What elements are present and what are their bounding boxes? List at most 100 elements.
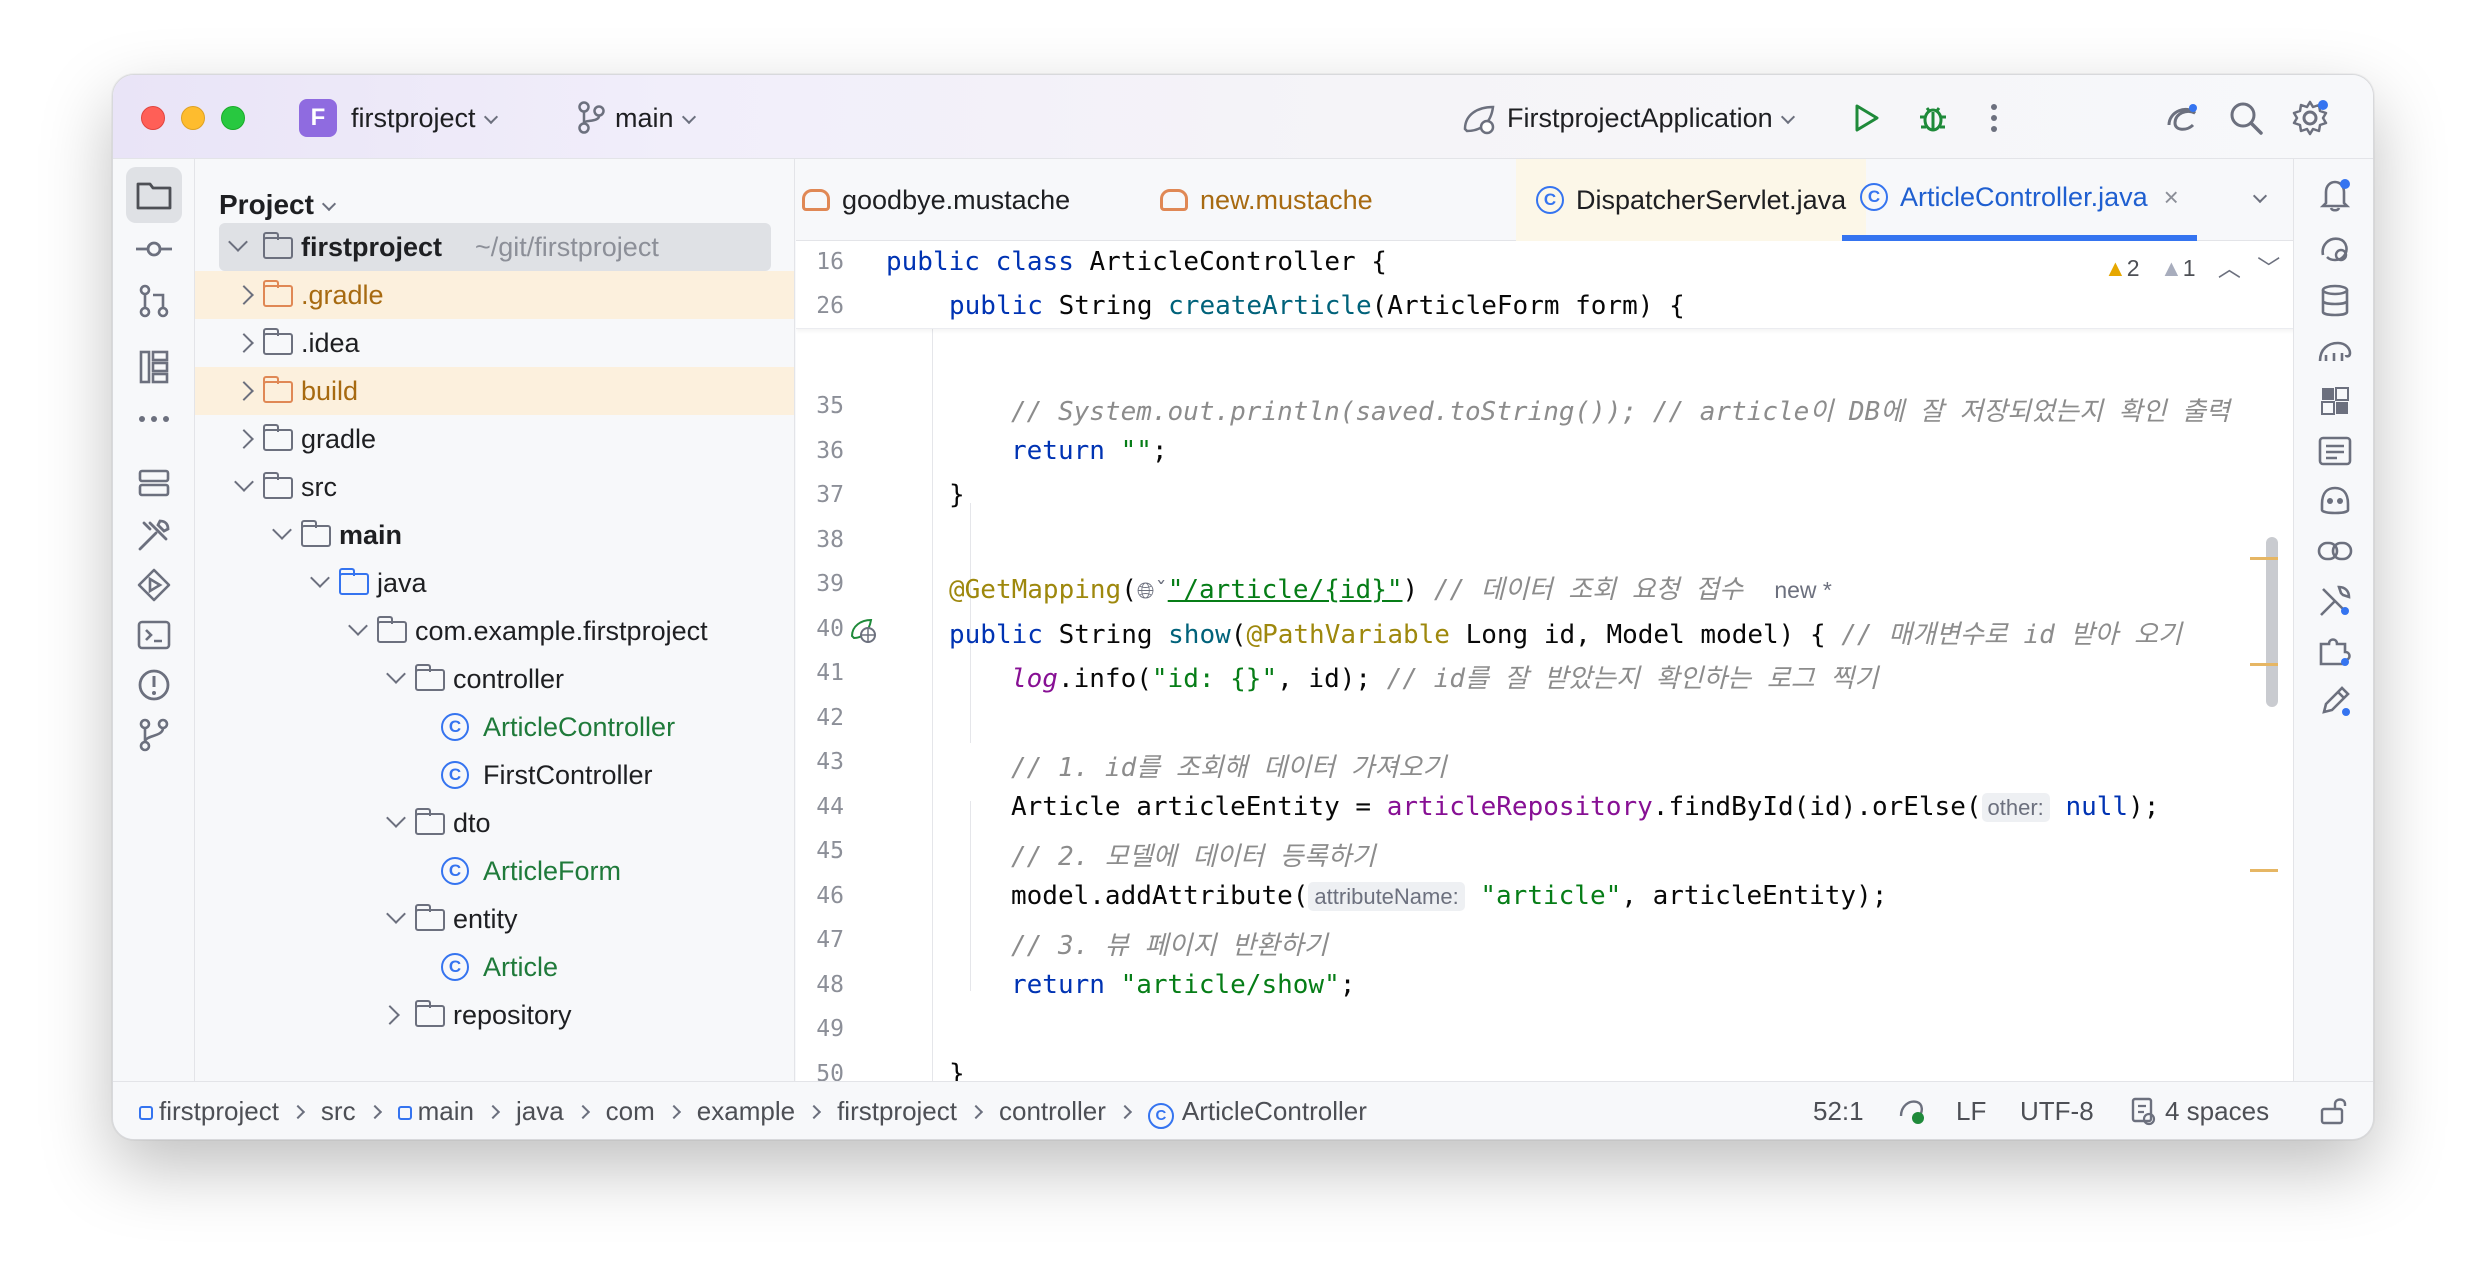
- tree-row-article[interactable]: C Article: [195, 943, 794, 991]
- notifications-tool-button[interactable]: [2307, 167, 2363, 223]
- breadcrumb-item[interactable]: example: [697, 1096, 795, 1126]
- module-folder-icon: [263, 232, 293, 259]
- problems-tool-button[interactable]: [126, 657, 182, 713]
- edit-tool-button[interactable]: [2307, 673, 2363, 729]
- tree-row-build[interactable]: build: [195, 367, 794, 415]
- tab-new-mustache[interactable]: new.mustache: [1160, 159, 1373, 241]
- tree-row-gradle-hidden[interactable]: .gradle: [195, 271, 794, 319]
- breadcrumb-item[interactable]: src: [321, 1096, 356, 1126]
- build-tool-button[interactable]: [126, 507, 182, 563]
- tab-list-chevron-icon[interactable]: [2242, 183, 2278, 219]
- tree-row-articleform[interactable]: C ArticleForm: [195, 847, 794, 895]
- tree-row-gradle[interactable]: gradle: [195, 415, 794, 463]
- prev-highlight-icon[interactable]: ︿: [2218, 255, 2241, 281]
- tab-dispatcherservlet[interactable]: C DispatcherServlet.java: [1516, 159, 1867, 241]
- tree-row-package-root[interactable]: com.example.firstproject: [195, 607, 794, 655]
- line-separator[interactable]: LF: [1956, 1096, 1986, 1127]
- run-config-selector[interactable]: FirstprojectApplication: [1507, 103, 1795, 134]
- commit-icon: [136, 241, 172, 257]
- project-switcher[interactable]: firstproject: [351, 103, 498, 134]
- breadcrumb-item[interactable]: java: [516, 1096, 564, 1126]
- web-globe-icon[interactable]: 🌐︎ˇ: [1137, 579, 1168, 604]
- run-icon[interactable]: [1847, 99, 1885, 137]
- plugin-tool-button[interactable]: [2307, 623, 2363, 679]
- debug-icon[interactable]: [1913, 97, 1953, 137]
- minimize-window-button[interactable]: [181, 106, 205, 130]
- tree-row-entity[interactable]: entity: [195, 895, 794, 943]
- zoom-window-button[interactable]: [221, 106, 245, 130]
- line-number: 47: [816, 927, 844, 953]
- code-editor[interactable]: 35 // System.out.println(saved.toString(…: [796, 241, 2295, 1083]
- endpoints-tool-button[interactable]: [2307, 373, 2363, 429]
- tree-row-firstcontroller[interactable]: C FirstController: [195, 751, 794, 799]
- sticky-line-16[interactable]: public class ArticleController {: [886, 247, 1387, 277]
- line-number: 16: [816, 249, 844, 275]
- breadcrumb-item[interactable]: com: [606, 1096, 655, 1126]
- scrollbar-thumb[interactable]: [2266, 537, 2278, 707]
- next-highlight-icon[interactable]: ﹀: [2257, 255, 2280, 281]
- file-encoding[interactable]: UTF-8: [2020, 1096, 2094, 1127]
- error-stripe-marker[interactable]: [2250, 869, 2278, 872]
- tree-label: .gradle: [301, 279, 384, 310]
- tree-row-root[interactable]: firstproject ~/git/firstproject: [219, 223, 771, 271]
- tree-label: src: [301, 471, 337, 502]
- tree-label: Article: [483, 951, 559, 982]
- indent-guide: [932, 329, 933, 1083]
- plugin-icon: [2319, 638, 2351, 666]
- gradle-tool-button[interactable]: [2307, 323, 2363, 379]
- tree-row-main[interactable]: main: [195, 511, 794, 559]
- close-tab-icon[interactable]: ×: [2164, 182, 2179, 213]
- project-tool-button[interactable]: [126, 167, 182, 223]
- code-line-43: // 1. id를 조회해 데이터 가져오기: [1011, 753, 1447, 783]
- breadcrumb-item[interactable]: firstproject: [159, 1096, 279, 1126]
- endpoint-gutter-icon[interactable]: [848, 615, 878, 645]
- error-stripe-marker[interactable]: [2250, 557, 2278, 560]
- settings-gear-icon[interactable]: [2289, 97, 2331, 139]
- new-usages-hint[interactable]: new *: [1774, 577, 1832, 603]
- run-tool-button[interactable]: [126, 557, 182, 613]
- tab-articlecontroller[interactable]: C ArticleController.java ×: [1842, 159, 2197, 241]
- more-tools-button[interactable]: [126, 391, 182, 447]
- structure-tool-button[interactable]: [126, 339, 182, 395]
- ai-chat-tool-button[interactable]: [2307, 221, 2363, 277]
- breadcrumb-item[interactable]: firstproject: [837, 1096, 957, 1126]
- tree-row-idea[interactable]: .idea: [195, 319, 794, 367]
- tools-tool-button[interactable]: [2307, 573, 2363, 629]
- git-tool-button[interactable]: [126, 707, 182, 763]
- project-panel-header[interactable]: Project: [219, 189, 337, 221]
- error-stripe-marker[interactable]: [2250, 663, 2278, 666]
- breadcrumb-item[interactable]: main: [418, 1096, 474, 1126]
- services-tool-button[interactable]: [126, 455, 182, 511]
- tree-row-articlecontroller[interactable]: C ArticleController: [195, 703, 794, 751]
- unlock-icon[interactable]: [2317, 1094, 2349, 1128]
- breadcrumb-item[interactable]: controller: [999, 1096, 1106, 1126]
- commit-tool-button[interactable]: [126, 221, 182, 277]
- branch-name: main: [615, 103, 674, 133]
- link-tool-button[interactable]: [2307, 523, 2363, 579]
- inspection-widget[interactable]: ▲2 ▲1 ︿ ﹀: [2104, 249, 2280, 283]
- tree-row-java[interactable]: java: [195, 559, 794, 607]
- tab-goodbye-mustache[interactable]: goodbye.mustache: [802, 159, 1070, 241]
- branch-switcher[interactable]: main: [615, 103, 696, 134]
- breadcrumb-item[interactable]: ArticleController: [1182, 1096, 1367, 1126]
- chevron-right-icon: [234, 285, 254, 305]
- ai-assistant-icon[interactable]: [2161, 97, 2203, 139]
- terminal-tool-button[interactable]: [126, 607, 182, 663]
- code-line-36: return "";: [1011, 436, 1168, 466]
- indent-setting[interactable]: 4 spaces: [2165, 1096, 2269, 1127]
- copilot-tool-button[interactable]: [2307, 473, 2363, 529]
- close-window-button[interactable]: [141, 106, 165, 130]
- pull-requests-tool-button[interactable]: [126, 273, 182, 329]
- sticky-line-26[interactable]: public String createArticle(ArticleForm …: [949, 291, 1685, 321]
- project-badge[interactable]: F: [299, 99, 337, 137]
- caret-position[interactable]: 52:1: [1813, 1096, 1864, 1127]
- tree-row-controller[interactable]: controller: [195, 655, 794, 703]
- database-tool-button[interactable]: [2307, 273, 2363, 329]
- ai-status-icon[interactable]: [1895, 1094, 1929, 1128]
- tree-row-dto[interactable]: dto: [195, 799, 794, 847]
- search-icon[interactable]: [2225, 97, 2267, 139]
- tree-row-repository[interactable]: repository: [195, 991, 794, 1039]
- more-vertical-icon[interactable]: [1979, 99, 2009, 137]
- tree-row-src[interactable]: src: [195, 463, 794, 511]
- http-client-tool-button[interactable]: [2307, 423, 2363, 479]
